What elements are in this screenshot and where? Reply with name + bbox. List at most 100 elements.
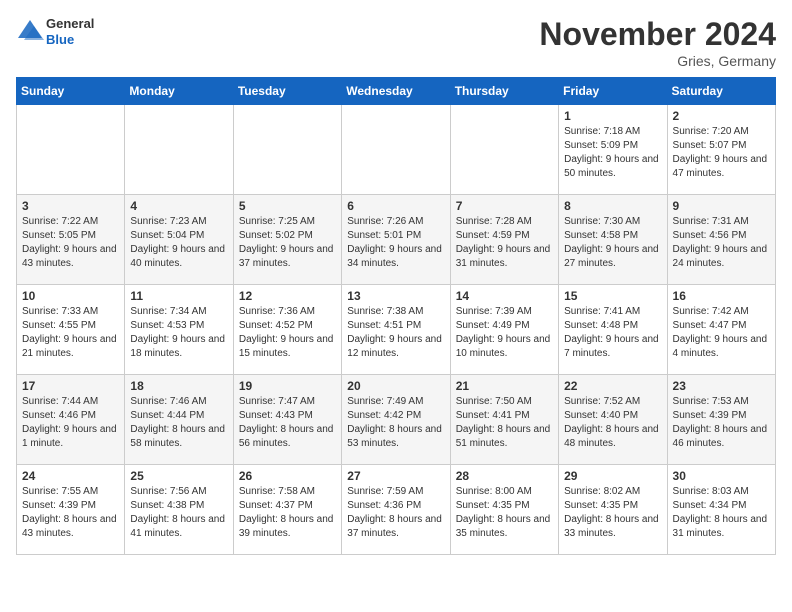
calendar-cell: 7 Sunrise: 7:28 AM Sunset: 4:59 PM Daylig…	[450, 195, 558, 285]
day-info: Sunrise: 7:42 AM Sunset: 4:47 PM Dayligh…	[673, 305, 770, 361]
calendar-week-3: 10 Sunrise: 7:33 AM Sunset: 4:55 PM Dayli…	[17, 285, 776, 375]
calendar-cell: 24 Sunrise: 7:55 AM Sunset: 4:39 PM Dayli…	[17, 465, 125, 555]
day-number: 28	[456, 469, 553, 483]
weekday-header-saturday: Saturday	[667, 78, 775, 105]
day-info: Sunrise: 7:52 AM Sunset: 4:40 PM Dayligh…	[564, 395, 661, 451]
day-number: 9	[673, 199, 770, 213]
calendar-cell	[125, 105, 233, 195]
weekday-header-tuesday: Tuesday	[233, 78, 341, 105]
calendar-cell: 13 Sunrise: 7:38 AM Sunset: 4:51 PM Dayli…	[342, 285, 450, 375]
month-title: November 2024	[539, 16, 776, 53]
day-info: Sunrise: 7:34 AM Sunset: 4:53 PM Dayligh…	[130, 305, 227, 361]
day-number: 26	[239, 469, 336, 483]
day-info: Sunrise: 7:20 AM Sunset: 5:07 PM Dayligh…	[673, 125, 770, 181]
day-info: Sunrise: 8:03 AM Sunset: 4:34 PM Dayligh…	[673, 485, 770, 541]
day-number: 17	[22, 379, 119, 393]
day-info: Sunrise: 7:53 AM Sunset: 4:39 PM Dayligh…	[673, 395, 770, 451]
calendar-cell: 19 Sunrise: 7:47 AM Sunset: 4:43 PM Dayli…	[233, 375, 341, 465]
day-number: 10	[22, 289, 119, 303]
day-info: Sunrise: 7:55 AM Sunset: 4:39 PM Dayligh…	[22, 485, 119, 541]
day-number: 1	[564, 109, 661, 123]
calendar-cell: 6 Sunrise: 7:26 AM Sunset: 5:01 PM Daylig…	[342, 195, 450, 285]
day-number: 5	[239, 199, 336, 213]
calendar-cell: 3 Sunrise: 7:22 AM Sunset: 5:05 PM Daylig…	[17, 195, 125, 285]
day-info: Sunrise: 7:23 AM Sunset: 5:04 PM Dayligh…	[130, 215, 227, 271]
calendar-cell: 14Sunrise: 7:39 AM Sunset: 4:49 PM Dayli…	[450, 285, 558, 375]
day-number: 30	[673, 469, 770, 483]
day-info: Sunrise: 7:18 AM Sunset: 5:09 PM Dayligh…	[564, 125, 661, 181]
day-info: Sunrise: 7:41 AM Sunset: 4:48 PM Dayligh…	[564, 305, 661, 361]
day-number: 4	[130, 199, 227, 213]
day-info: Sunrise: 7:50 AM Sunset: 4:41 PM Dayligh…	[456, 395, 553, 451]
day-number: 27	[347, 469, 444, 483]
calendar-cell: 20 Sunrise: 7:49 AM Sunset: 4:42 PM Dayli…	[342, 375, 450, 465]
day-number: 6	[347, 199, 444, 213]
day-number: 19	[239, 379, 336, 393]
calendar-cell: 10 Sunrise: 7:33 AM Sunset: 4:55 PM Dayli…	[17, 285, 125, 375]
logo-general: General	[46, 16, 94, 31]
calendar-cell: 22Sunrise: 7:52 AM Sunset: 4:40 PM Dayli…	[559, 375, 667, 465]
calendar-week-4: 17 Sunrise: 7:44 AM Sunset: 4:46 PM Dayli…	[17, 375, 776, 465]
day-info: Sunrise: 7:22 AM Sunset: 5:05 PM Dayligh…	[22, 215, 119, 271]
calendar-cell: 17 Sunrise: 7:44 AM Sunset: 4:46 PM Dayli…	[17, 375, 125, 465]
calendar-cell: 2 Sunrise: 7:20 AM Sunset: 5:07 PM Daylig…	[667, 105, 775, 195]
day-info: Sunrise: 7:49 AM Sunset: 4:42 PM Dayligh…	[347, 395, 444, 451]
calendar-cell	[342, 105, 450, 195]
calendar-cell: 23 Sunrise: 7:53 AM Sunset: 4:39 PM Dayli…	[667, 375, 775, 465]
day-info: Sunrise: 7:47 AM Sunset: 4:43 PM Dayligh…	[239, 395, 336, 451]
calendar-cell: 15Sunrise: 7:41 AM Sunset: 4:48 PM Dayli…	[559, 285, 667, 375]
day-info: Sunrise: 7:33 AM Sunset: 4:55 PM Dayligh…	[22, 305, 119, 361]
day-number: 2	[673, 109, 770, 123]
calendar-cell: 21 Sunrise: 7:50 AM Sunset: 4:41 PM Dayli…	[450, 375, 558, 465]
day-info: Sunrise: 7:26 AM Sunset: 5:01 PM Dayligh…	[347, 215, 444, 271]
day-number: 8	[564, 199, 661, 213]
calendar-cell: 12 Sunrise: 7:36 AM Sunset: 4:52 PM Dayli…	[233, 285, 341, 375]
day-info: Sunrise: 7:28 AM Sunset: 4:59 PM Dayligh…	[456, 215, 553, 271]
calendar-cell: 25 Sunrise: 7:56 AM Sunset: 4:38 PM Dayli…	[125, 465, 233, 555]
day-number: 20	[347, 379, 444, 393]
weekday-header-sunday: Sunday	[17, 78, 125, 105]
title-block: November 2024 Gries, Germany	[539, 16, 776, 69]
day-info: Sunrise: 7:44 AM Sunset: 4:46 PM Dayligh…	[22, 395, 119, 451]
calendar-cell: 9Sunrise: 7:31 AM Sunset: 4:56 PM Daylig…	[667, 195, 775, 285]
day-info: Sunrise: 7:46 AM Sunset: 4:44 PM Dayligh…	[130, 395, 227, 451]
calendar-cell: 8Sunrise: 7:30 AM Sunset: 4:58 PM Daylig…	[559, 195, 667, 285]
day-info: Sunrise: 8:00 AM Sunset: 4:35 PM Dayligh…	[456, 485, 553, 541]
logo-blue: Blue	[46, 32, 74, 47]
page-container: General Blue November 2024 Gries, German…	[0, 0, 792, 563]
day-info: Sunrise: 7:36 AM Sunset: 4:52 PM Dayligh…	[239, 305, 336, 361]
calendar-cell: 26 Sunrise: 7:58 AM Sunset: 4:37 PM Dayli…	[233, 465, 341, 555]
calendar-cell: 11 Sunrise: 7:34 AM Sunset: 4:53 PM Dayli…	[125, 285, 233, 375]
day-info: Sunrise: 7:38 AM Sunset: 4:51 PM Dayligh…	[347, 305, 444, 361]
calendar-table: SundayMondayTuesdayWednesdayThursdayFrid…	[16, 77, 776, 555]
day-info: Sunrise: 7:56 AM Sunset: 4:38 PM Dayligh…	[130, 485, 227, 541]
day-info: Sunrise: 7:39 AM Sunset: 4:49 PM Dayligh…	[456, 305, 553, 361]
calendar-week-5: 24 Sunrise: 7:55 AM Sunset: 4:39 PM Dayli…	[17, 465, 776, 555]
calendar-cell: 5 Sunrise: 7:25 AM Sunset: 5:02 PM Daylig…	[233, 195, 341, 285]
day-info: Sunrise: 7:25 AM Sunset: 5:02 PM Dayligh…	[239, 215, 336, 271]
day-info: Sunrise: 7:59 AM Sunset: 4:36 PM Dayligh…	[347, 485, 444, 541]
day-number: 21	[456, 379, 553, 393]
weekday-header-thursday: Thursday	[450, 78, 558, 105]
location: Gries, Germany	[539, 53, 776, 69]
calendar-cell: 1 Sunrise: 7:18 AM Sunset: 5:09 PM Daylig…	[559, 105, 667, 195]
logo-icon	[16, 18, 44, 46]
day-info: Sunrise: 7:58 AM Sunset: 4:37 PM Dayligh…	[239, 485, 336, 541]
calendar-cell	[450, 105, 558, 195]
calendar-cell: 28 Sunrise: 8:00 AM Sunset: 4:35 PM Dayli…	[450, 465, 558, 555]
day-number: 24	[22, 469, 119, 483]
day-number: 25	[130, 469, 227, 483]
day-number: 23	[673, 379, 770, 393]
day-number: 29	[564, 469, 661, 483]
day-number: 7	[456, 199, 553, 213]
calendar-week-1: 1 Sunrise: 7:18 AM Sunset: 5:09 PM Daylig…	[17, 105, 776, 195]
day-number: 11	[130, 289, 227, 303]
day-info: Sunrise: 8:02 AM Sunset: 4:35 PM Dayligh…	[564, 485, 661, 541]
calendar-cell	[17, 105, 125, 195]
day-number: 12	[239, 289, 336, 303]
day-number: 3	[22, 199, 119, 213]
logo: General Blue	[16, 16, 94, 47]
day-number: 16	[673, 289, 770, 303]
day-number: 13	[347, 289, 444, 303]
weekday-header-wednesday: Wednesday	[342, 78, 450, 105]
